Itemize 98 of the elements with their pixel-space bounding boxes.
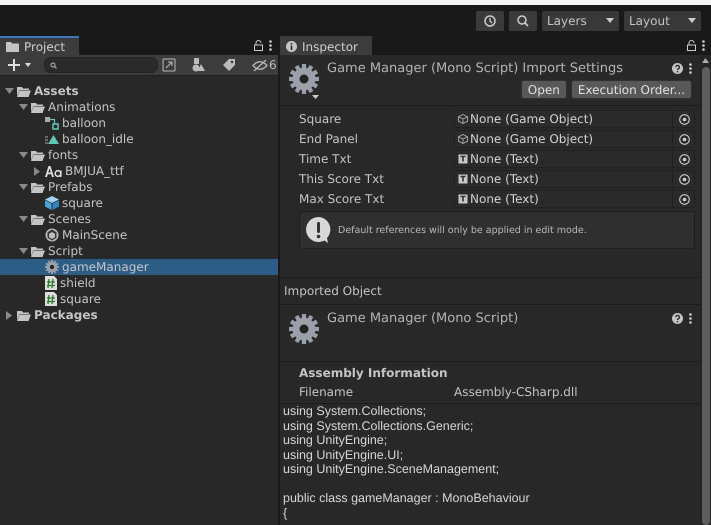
expanded-arrow-icon[interactable]: [18, 184, 28, 190]
object-picker-icon[interactable]: [679, 154, 690, 164]
tree-item[interactable]: Animations: [0, 99, 278, 115]
field-label: Square: [299, 112, 342, 126]
info-icon: [286, 41, 297, 52]
object-field[interactable]: None (Text): [454, 150, 695, 168]
tree-item[interactable]: balloon: [0, 115, 278, 131]
collapsed-arrow-icon[interactable]: [6, 310, 12, 320]
add-icon[interactable]: [8, 59, 32, 71]
cube-outline-icon: [458, 114, 468, 124]
object-title: Game Manager (Mono Script): [327, 310, 520, 326]
popout-icon[interactable]: [162, 58, 176, 72]
caret-icon[interactable]: [312, 95, 319, 99]
expanded-arrow-icon[interactable]: [18, 104, 28, 110]
tree-item[interactable]: MainScene: [0, 227, 278, 243]
history-icon[interactable]: [476, 10, 504, 30]
panel-tab[interactable]: Project: [0, 36, 80, 55]
help-icon[interactable]: [672, 63, 683, 74]
tree-item[interactable]: gameManager: [0, 259, 278, 275]
cube-icon: [45, 196, 59, 210]
help-text: Default references will only be applied in edit mode.: [338, 224, 587, 236]
tree-item[interactable]: square: [0, 195, 278, 211]
hidden-eye-icon: [252, 60, 268, 70]
gear-icon: [289, 64, 319, 94]
gear-icon: [45, 260, 59, 274]
tag-icon[interactable]: [222, 58, 236, 72]
animation-icon: [45, 134, 59, 144]
assembly-heading: Assembly Information: [299, 366, 449, 382]
unity-logo-icon: [45, 228, 59, 242]
more-icon[interactable]: [689, 313, 692, 324]
tree-item[interactable]: Assets: [0, 83, 278, 99]
object-picker-icon[interactable]: [679, 134, 690, 144]
tree-item[interactable]: balloon_idle: [0, 131, 278, 147]
search-icon[interactable]: [509, 10, 537, 30]
help-icon[interactable]: [672, 313, 683, 324]
field-label: End Panel: [299, 132, 359, 146]
button[interactable]: Open: [520, 80, 567, 99]
tree-item[interactable]: Prefabs: [0, 179, 278, 195]
expanded-arrow-icon[interactable]: [18, 216, 28, 222]
object-picker-icon[interactable]: [679, 194, 690, 204]
field-label: Max Score Txt: [299, 192, 386, 206]
text-component-icon: [458, 154, 468, 164]
dropdown[interactable]: Layout: [624, 10, 701, 30]
folder-icon: [17, 86, 31, 96]
field-label: This Score Txt: [299, 172, 385, 186]
gear-icon: [289, 314, 319, 344]
scrollbar-up-icon[interactable]: [702, 58, 709, 63]
caret-icon: [606, 18, 614, 23]
expanded-arrow-icon[interactable]: [4, 88, 14, 94]
field-label: Filename: [299, 384, 354, 398]
warning-icon: [305, 216, 332, 244]
inspector-title: Game Manager (Mono Script) Import Settings: [327, 60, 624, 76]
collapsed-arrow-icon[interactable]: [34, 166, 40, 176]
tree-item[interactable]: BMJUA_ttf: [0, 163, 278, 179]
search-field[interactable]: [44, 57, 158, 73]
panel-tab[interactable]: Inspector: [280, 36, 372, 55]
cs-script-icon: [45, 292, 57, 306]
shapes-icon[interactable]: [192, 58, 206, 72]
folder-icon: [31, 102, 45, 112]
more-icon[interactable]: [689, 63, 692, 74]
tree-item[interactable]: Script: [0, 243, 278, 259]
expanded-arrow-icon[interactable]: [18, 248, 28, 254]
cs-script-icon: [45, 276, 57, 290]
scrollbar-thumb[interactable]: [702, 67, 710, 525]
folder-icon: [31, 182, 45, 192]
hidden-count-button[interactable]: 6: [252, 58, 277, 72]
animator-icon: [45, 116, 59, 130]
button[interactable]: Execution Order...: [570, 80, 692, 99]
lock-icon[interactable]: [687, 40, 696, 51]
folder-icon: [17, 310, 31, 320]
tree-item[interactable]: Scenes: [0, 211, 278, 227]
dropdown[interactable]: Layers: [542, 10, 619, 30]
object-field[interactable]: None (Text): [454, 190, 695, 208]
font-icon: [45, 166, 62, 176]
text-component-icon: [458, 194, 468, 204]
search-icon: [50, 62, 57, 68]
folder-icon: [31, 246, 45, 256]
tree-item[interactable]: fonts: [0, 147, 278, 163]
more-icon[interactable]: [269, 40, 272, 51]
expanded-arrow-icon[interactable]: [18, 152, 28, 158]
object-field[interactable]: None (Game Object): [454, 110, 695, 128]
cube-outline-icon: [458, 134, 468, 144]
tree-item[interactable]: Packages: [0, 307, 278, 323]
tree-item[interactable]: square: [0, 291, 278, 307]
field-label: Time Txt: [299, 152, 352, 166]
object-field[interactable]: None (Game Object): [454, 130, 695, 148]
caret-icon: [688, 18, 696, 23]
folder-icon: [31, 214, 45, 224]
folder-icon: [31, 150, 45, 160]
more-icon[interactable]: [702, 40, 705, 51]
tree-item[interactable]: shield: [0, 275, 278, 291]
object-field[interactable]: None (Text): [454, 170, 695, 188]
lock-icon[interactable]: [254, 40, 263, 51]
object-picker-icon[interactable]: [679, 174, 690, 184]
folder-icon: [6, 41, 19, 52]
text-component-icon: [458, 174, 468, 184]
object-picker-icon[interactable]: [679, 114, 690, 124]
field-value: Assembly-CSharp.dll: [454, 384, 578, 398]
